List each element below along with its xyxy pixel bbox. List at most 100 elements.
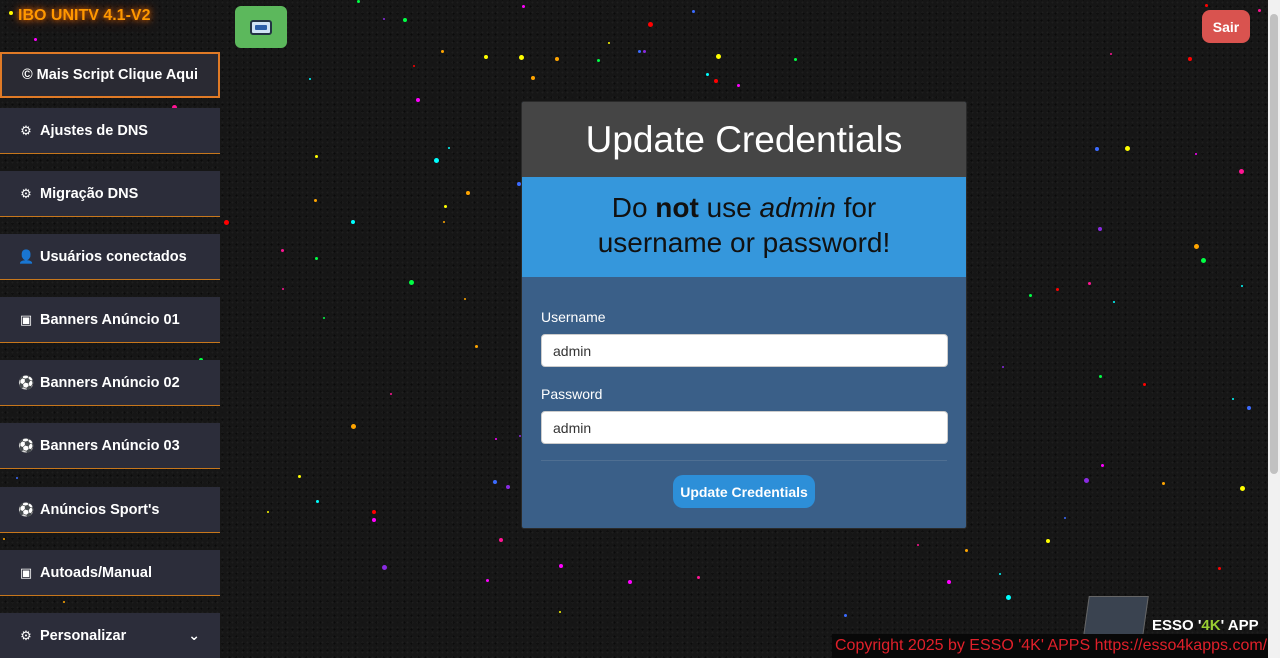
- sidebar-item-personalizar[interactable]: ⚙ Personalizar ⌄: [0, 613, 220, 658]
- tv-logo-icon: [250, 19, 272, 35]
- star-dot: [409, 280, 414, 285]
- star-dot: [495, 438, 497, 440]
- soccer-ball-icon: ⚽: [18, 437, 35, 453]
- star-dot: [267, 511, 269, 513]
- star-dot: [506, 485, 510, 489]
- soccer-ball-icon: ⚽: [18, 374, 35, 390]
- sidebar-item-autoads-manual[interactable]: ▣ Autoads/Manual: [0, 550, 220, 596]
- star-dot: [1205, 4, 1208, 7]
- star-dot: [475, 345, 478, 348]
- star-dot: [434, 158, 439, 163]
- star-dot: [1143, 383, 1146, 386]
- update-credentials-button[interactable]: Update Credentials: [673, 475, 815, 508]
- sidebar-item-usuarios-conectados[interactable]: 👤 Usuários conectados: [0, 234, 220, 280]
- sidebar-item-label: Banners Anúncio 03: [40, 437, 180, 454]
- star-dot: [999, 573, 1001, 575]
- sidebar-item-label: Usuários conectados: [40, 248, 187, 265]
- star-dot: [1125, 146, 1130, 151]
- star-dot: [643, 50, 646, 53]
- password-label: Password: [541, 386, 603, 402]
- star-dot: [413, 65, 415, 67]
- star-dot: [3, 538, 5, 540]
- warning-italic: admin: [759, 192, 836, 223]
- soccer-ball-icon: ⚽: [18, 501, 35, 517]
- promo-thumbnail[interactable]: [1083, 596, 1149, 636]
- star-dot: [714, 79, 718, 83]
- gears-icon: ⚙: [20, 185, 32, 201]
- star-dot: [1241, 285, 1243, 287]
- star-dot: [559, 564, 563, 568]
- star-dot: [1088, 282, 1091, 285]
- chevron-down-icon[interactable]: ⌄: [188, 627, 200, 644]
- credentials-form: Username Password Update Credentials: [522, 277, 966, 508]
- star-dot: [466, 191, 470, 195]
- star-dot: [628, 580, 632, 584]
- scrollbar-thumb[interactable]: [1270, 14, 1278, 474]
- star-dot: [493, 480, 497, 484]
- promo-label[interactable]: ESSO '4K' APP: [1152, 617, 1259, 634]
- star-dot: [706, 73, 709, 76]
- star-dot: [519, 55, 524, 60]
- copyright-footer[interactable]: Copyright 2025 by ESSO '4K' APPS https:/…: [832, 634, 1268, 658]
- star-dot: [382, 565, 387, 570]
- star-dot: [16, 477, 18, 479]
- sidebar-item-label: Banners Anúncio 02: [40, 374, 180, 391]
- star-dot: [1258, 9, 1261, 12]
- sidebar-item-anuncios-sports[interactable]: ⚽ Anúncios Sport's: [0, 487, 220, 533]
- star-dot: [372, 518, 376, 522]
- image-icon: ▣: [19, 311, 33, 327]
- star-dot: [390, 393, 392, 395]
- image-icon: ▣: [19, 564, 33, 580]
- sidebar-item-banners-02[interactable]: ⚽ Banners Anúncio 02: [0, 360, 220, 406]
- sidebar-item-label: Banners Anúncio 01: [40, 311, 180, 328]
- star-dot: [917, 544, 919, 546]
- star-dot: [844, 614, 847, 617]
- sidebar-item-ajustes-dns[interactable]: ⚙ Ajustes de DNS: [0, 108, 220, 154]
- star-dot: [947, 580, 951, 584]
- star-dot: [444, 205, 447, 208]
- sidebar-item-label: Autoads/Manual: [40, 564, 152, 581]
- sidebar-item-banners-01[interactable]: ▣ Banners Anúncio 01: [0, 297, 220, 343]
- star-dot: [351, 220, 355, 224]
- sidebar-item-banners-03[interactable]: ⚽ Banners Anúncio 03: [0, 423, 220, 469]
- star-dot: [383, 18, 385, 20]
- star-dot: [965, 549, 968, 552]
- star-dot: [1194, 244, 1199, 249]
- star-dot: [648, 22, 653, 27]
- star-dot: [1247, 406, 1251, 410]
- star-dot: [315, 257, 318, 260]
- page-scrollbar[interactable]: [1268, 0, 1280, 658]
- update-credentials-card: Update Credentials Do not use admin for …: [521, 101, 967, 529]
- star-dot: [9, 11, 13, 15]
- username-input[interactable]: [541, 334, 948, 367]
- star-dot: [716, 54, 721, 59]
- star-dot: [559, 611, 561, 613]
- star-dot: [522, 5, 525, 8]
- star-dot: [1098, 227, 1102, 231]
- star-dot: [351, 424, 356, 429]
- star-dot: [1239, 169, 1244, 174]
- star-dot: [531, 76, 535, 80]
- sidebar-item-migracao-dns[interactable]: ⚙ Migração DNS: [0, 171, 220, 217]
- star-dot: [63, 601, 65, 603]
- app-brand-title: IBO UNITV 4.1-V2: [18, 7, 151, 24]
- username-label: Username: [541, 309, 606, 325]
- sidebar-item-mais-script[interactable]: © Mais Script Clique Aqui: [0, 52, 220, 98]
- form-divider: [541, 460, 947, 461]
- star-dot: [357, 0, 360, 3]
- star-dot: [314, 199, 317, 202]
- user-icon: 👤: [18, 248, 35, 264]
- star-dot: [1056, 288, 1059, 291]
- star-dot: [608, 42, 610, 44]
- star-dot: [443, 221, 445, 223]
- logo-button[interactable]: [235, 6, 287, 48]
- star-dot: [486, 579, 489, 582]
- star-dot: [1002, 366, 1004, 368]
- logout-button[interactable]: Sair: [1202, 10, 1250, 43]
- password-input[interactable]: [541, 411, 948, 444]
- star-dot: [1188, 57, 1192, 61]
- star-dot: [499, 538, 503, 542]
- star-dot: [282, 288, 284, 290]
- star-dot: [1095, 147, 1099, 151]
- star-dot: [1201, 258, 1206, 263]
